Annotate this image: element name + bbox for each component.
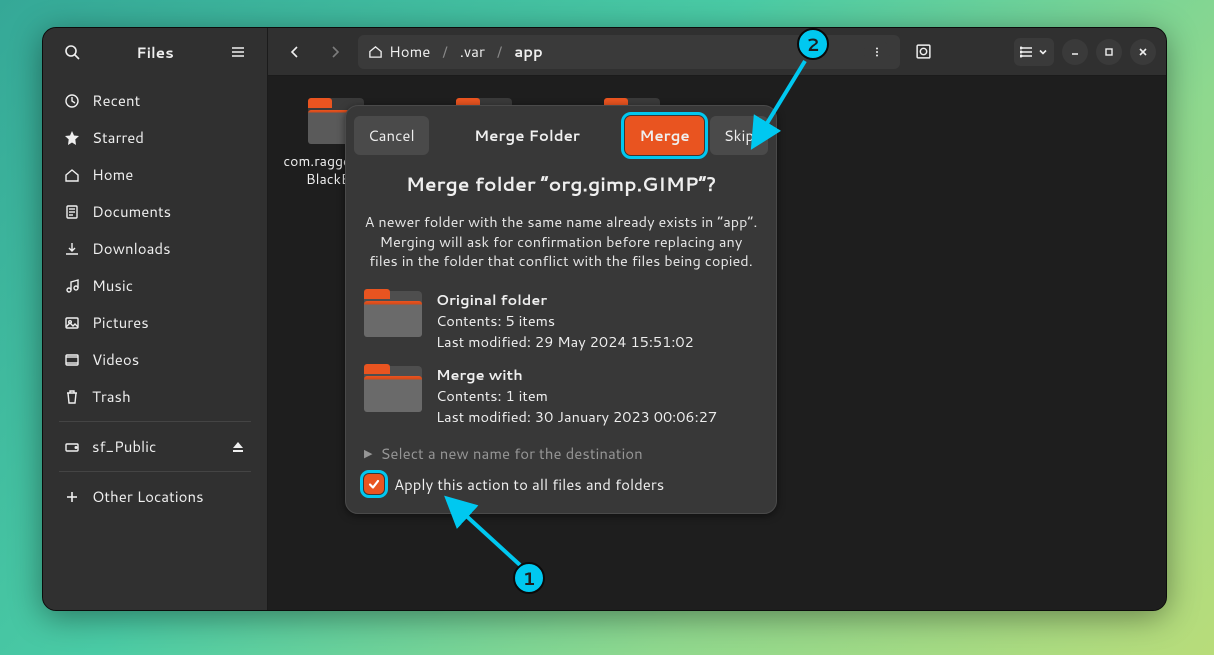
- forward-button[interactable]: [318, 35, 352, 69]
- dialog-header: Cancel Merge Folder Merge Skip: [346, 106, 776, 165]
- pictures-icon: [64, 315, 80, 331]
- mergewith-modified: Last modified: 30 January 2023 00:06:27: [436, 406, 717, 427]
- window-title: Files: [136, 42, 173, 63]
- breadcrumb-label: Home: [389, 41, 430, 62]
- dialog-title: Merge Folder: [435, 125, 620, 146]
- sidebar-item-label: Videos: [92, 349, 139, 370]
- folder-icon: [364, 289, 422, 337]
- mergewith-contents: Contents: 1 item: [436, 385, 717, 406]
- dialog-description: A newer folder with the same name alread…: [364, 212, 758, 271]
- select-new-name-expander[interactable]: ▶ Select a new name for the destination: [364, 439, 758, 474]
- home-icon: [368, 44, 383, 59]
- sidebar-item-label: Home: [92, 164, 133, 185]
- hamburger-icon[interactable]: [221, 35, 255, 69]
- breadcrumb-separator: /: [497, 41, 502, 62]
- sidebar-item-label: Pictures: [92, 312, 149, 333]
- path-menu-button[interactable]: [864, 39, 890, 65]
- view-options-button[interactable]: [1014, 38, 1054, 66]
- plus-icon: [64, 490, 80, 504]
- annotation-badge-2: 2: [797, 28, 829, 60]
- sidebar-item-trash[interactable]: Trash: [49, 378, 261, 415]
- original-title: Original folder: [436, 289, 694, 310]
- dialog-heading: Merge folder “org.gimp.GIMP”?: [364, 171, 758, 198]
- window-controls: [1014, 38, 1156, 66]
- sidebar-item-starred[interactable]: Starred: [49, 119, 261, 156]
- trash-icon: [64, 389, 80, 405]
- sidebar-item-recent[interactable]: Recent: [49, 82, 261, 119]
- breadcrumb-home[interactable]: Home: [368, 41, 430, 62]
- merge-dialog: Cancel Merge Folder Merge Skip Merge fol…: [345, 105, 777, 514]
- breadcrumb-var[interactable]: .var: [460, 41, 485, 62]
- sidebar-item-home[interactable]: Home: [49, 156, 261, 193]
- sidebar-item-label: Music: [92, 275, 133, 296]
- sidebar-item-documents[interactable]: Documents: [49, 193, 261, 230]
- eject-icon[interactable]: [230, 441, 246, 453]
- folder-icon: [364, 364, 422, 412]
- sidebar-item-label: Downloads: [92, 238, 171, 259]
- dialog-body: Merge folder “org.gimp.GIMP”? A newer fo…: [346, 165, 776, 495]
- original-modified: Last modified: 29 May 2024 15:51:02: [436, 331, 694, 352]
- maximize-button[interactable]: [1096, 39, 1122, 65]
- sidebar-item-label: Trash: [92, 386, 131, 407]
- search-icon[interactable]: [55, 35, 89, 69]
- sidebar-item-label: sf_Public: [92, 436, 156, 457]
- sidebar-item-pictures[interactable]: Pictures: [49, 304, 261, 341]
- sidebar-item-music[interactable]: Music: [49, 267, 261, 304]
- sidebar-item-label: Documents: [92, 201, 171, 222]
- sidebar-item-label: Recent: [92, 90, 140, 111]
- apply-all-checkbox[interactable]: [364, 474, 384, 494]
- sidebar-item-videos[interactable]: Videos: [49, 341, 261, 378]
- chevron-right-icon: ▶: [364, 445, 372, 461]
- merge-with-info: Merge with Contents: 1 item Last modifie…: [364, 364, 758, 427]
- sidebar-item-downloads[interactable]: Downloads: [49, 230, 261, 267]
- sidebar-header: Files: [43, 28, 267, 76]
- back-button[interactable]: [278, 35, 312, 69]
- drive-icon: [64, 439, 80, 455]
- close-button[interactable]: [1130, 39, 1156, 65]
- annotation-arrow-2: [745, 55, 825, 155]
- sidebar-separator: [59, 471, 251, 472]
- cancel-button[interactable]: Cancel: [354, 116, 429, 155]
- merge-button[interactable]: Merge: [625, 116, 703, 155]
- clock-icon: [64, 93, 80, 109]
- breadcrumb-separator: /: [442, 41, 447, 62]
- sidebar-item-label: Starred: [92, 127, 144, 148]
- star-icon: [64, 130, 80, 146]
- sidebar-places: Recent Starred Home Documents Downloads …: [43, 76, 267, 515]
- videos-icon: [64, 352, 80, 368]
- mergewith-title: Merge with: [436, 364, 717, 385]
- apply-all-label: Apply this action to all files and folde…: [394, 474, 664, 495]
- annotation-badge-1: 1: [513, 562, 545, 594]
- music-icon: [64, 278, 80, 294]
- breadcrumb-label: app: [514, 41, 543, 62]
- headerbar: Home / .var / app: [268, 28, 1166, 76]
- sidebar: Files Recent Starred Home Documents: [43, 28, 268, 610]
- sidebar-item-other-locations[interactable]: Other Locations: [49, 478, 261, 515]
- sidebar-item-mount[interactable]: sf_Public: [49, 428, 261, 465]
- minimize-button[interactable]: [1062, 39, 1088, 65]
- apply-all-row: Apply this action to all files and folde…: [364, 474, 758, 495]
- home-icon: [64, 167, 80, 183]
- select-new-name-label: Select a new name for the destination: [380, 443, 642, 464]
- sidebar-item-label: Other Locations: [92, 486, 204, 507]
- sidebar-separator: [59, 421, 251, 422]
- original-contents: Contents: 5 items: [436, 310, 694, 331]
- focus-mode-icon[interactable]: [906, 35, 940, 69]
- documents-icon: [64, 204, 80, 220]
- download-icon: [64, 241, 80, 257]
- breadcrumb-label: .var: [460, 41, 485, 62]
- original-folder-info: Original folder Contents: 5 items Last m…: [364, 289, 758, 352]
- breadcrumb-app[interactable]: app: [514, 41, 543, 62]
